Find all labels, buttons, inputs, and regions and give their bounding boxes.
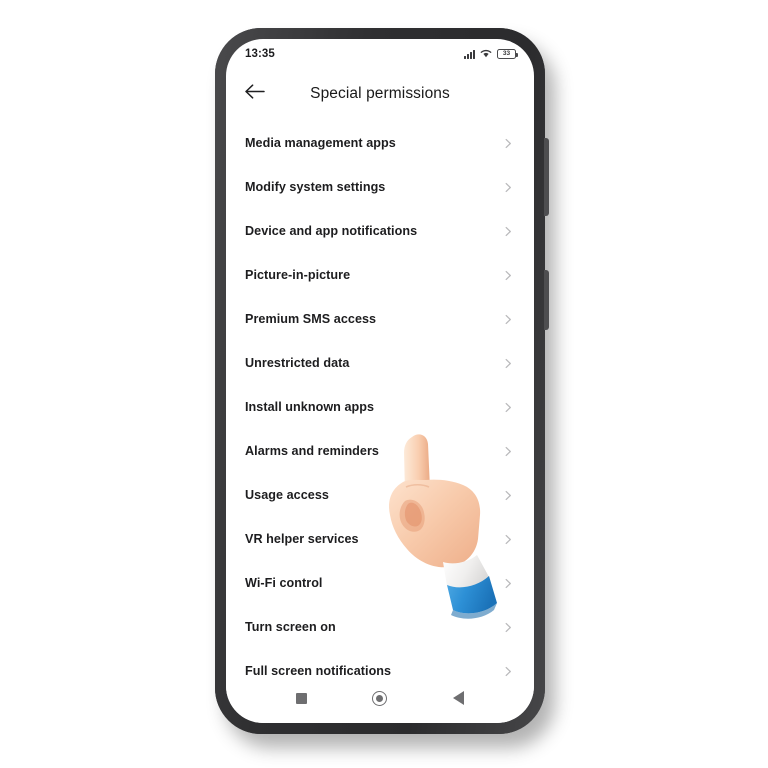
back-nav-button[interactable] (244, 79, 274, 109)
home-button[interactable] (360, 683, 400, 713)
list-item-label: VR helper services (245, 532, 359, 546)
list-item-picture-in-picture[interactable]: Picture-in-picture (226, 253, 534, 297)
power-button[interactable] (544, 270, 549, 330)
app-bar: Special permissions (226, 69, 534, 119)
list-item-label: Picture-in-picture (245, 268, 351, 282)
list-item-media-management-apps[interactable]: Media management apps (226, 121, 534, 165)
chevron-right-icon (503, 490, 514, 501)
list-item-alarms-and-reminders[interactable]: Alarms and reminders (226, 429, 534, 473)
arrow-left-icon (244, 83, 265, 105)
list-item-label: Alarms and reminders (245, 444, 379, 458)
chevron-right-icon (503, 182, 514, 193)
recents-button[interactable] (281, 683, 321, 713)
back-button-nav[interactable] (439, 683, 479, 713)
circle-icon (372, 690, 388, 706)
status-bar-clock: 13:35 (245, 48, 275, 60)
chevron-right-icon (503, 270, 514, 281)
chevron-right-icon (503, 578, 514, 589)
phone-device-frame: 13:35 33 Special permissions Media manag… (215, 28, 549, 734)
list-item-label: Full screen notifications (245, 664, 392, 678)
battery-icon: 33 (497, 48, 518, 60)
chevron-right-icon (503, 534, 514, 545)
list-item-label: Wi-Fi control (245, 576, 323, 590)
list-item-label: Usage access (245, 488, 329, 502)
chevron-right-icon (503, 314, 514, 325)
list-item-turn-screen-on[interactable]: Turn screen on (226, 605, 534, 649)
chevron-right-icon (503, 666, 514, 677)
square-icon (295, 692, 307, 704)
battery-level-text: 33 (502, 49, 511, 57)
list-item-label: Media management apps (245, 136, 396, 150)
chevron-right-icon (503, 402, 514, 413)
status-bar: 13:35 33 (226, 39, 534, 69)
triangle-left-icon (453, 691, 465, 705)
list-item-modify-system-settings[interactable]: Modify system settings (226, 165, 534, 209)
chevron-right-icon (503, 446, 514, 457)
list-item-label: Premium SMS access (245, 312, 377, 326)
volume-rocker-button[interactable] (544, 138, 549, 216)
chevron-right-icon (503, 358, 514, 369)
chevron-right-icon (503, 138, 514, 149)
list-item-label: Device and app notifications (245, 224, 418, 238)
list-item-label: Install unknown apps (245, 400, 375, 414)
list-item-usage-access[interactable]: Usage access (226, 473, 534, 517)
list-item-vr-helper-services[interactable]: VR helper services (226, 517, 534, 561)
list-item-premium-sms-access[interactable]: Premium SMS access (226, 297, 534, 341)
list-item-wifi-control[interactable]: Wi-Fi control (226, 561, 534, 605)
chevron-right-icon (503, 622, 514, 633)
special-permissions-list: Media management apps Modify system sett… (226, 119, 534, 693)
status-bar-icons: 33 (464, 45, 518, 63)
list-item-label: Turn screen on (245, 620, 336, 634)
list-item-label: Modify system settings (245, 180, 386, 194)
wifi-icon (480, 45, 492, 63)
chevron-right-icon (503, 226, 514, 237)
list-item-install-unknown-apps[interactable]: Install unknown apps (226, 385, 534, 429)
page-title: Special permissions (310, 85, 450, 102)
signal-icon (464, 49, 475, 59)
list-item-device-and-app-notifications[interactable]: Device and app notifications (226, 209, 534, 253)
android-navigation-bar (226, 677, 534, 723)
phone-screen: 13:35 33 Special permissions Media manag… (226, 39, 534, 723)
list-item-label: Unrestricted data (245, 356, 350, 370)
list-item-unrestricted-data[interactable]: Unrestricted data (226, 341, 534, 385)
